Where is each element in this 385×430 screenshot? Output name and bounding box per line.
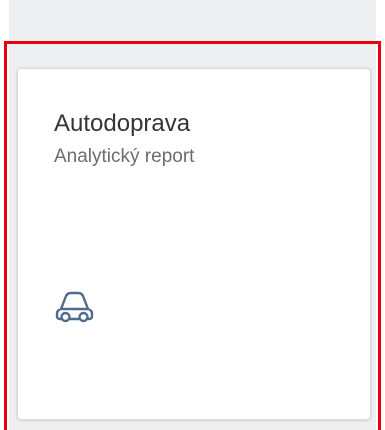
selection-highlight [4, 41, 381, 430]
launchpad-area: Autodoprava Analytický report [0, 0, 385, 430]
